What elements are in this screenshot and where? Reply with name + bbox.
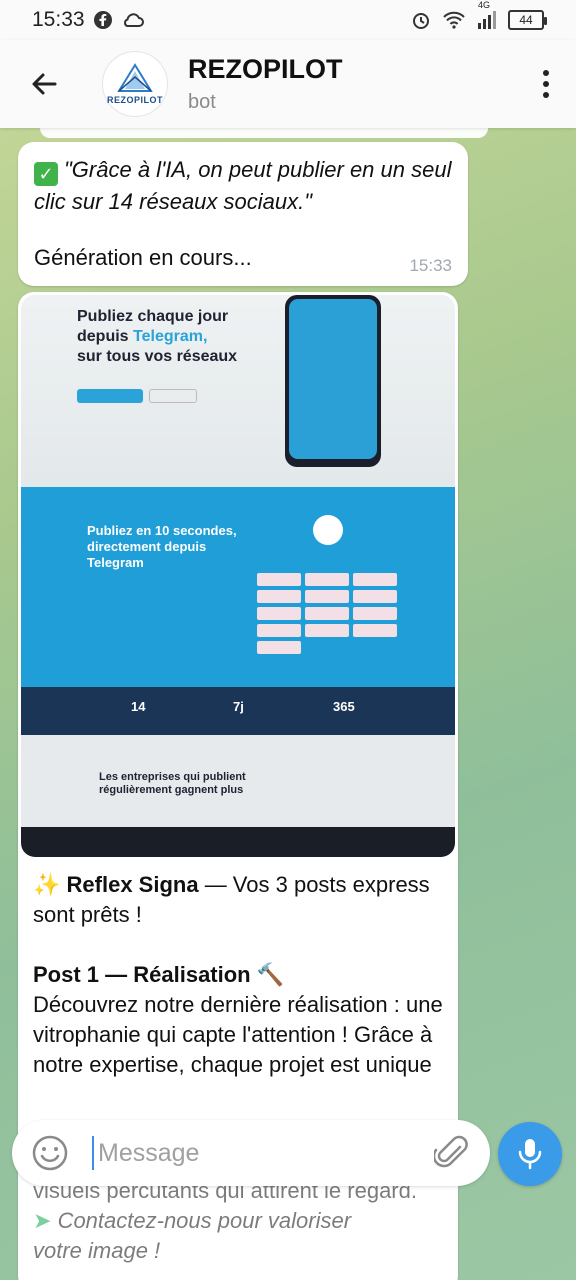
battery-level: 44 <box>519 13 533 27</box>
caption-brand: Reflex Signa <box>66 872 199 897</box>
sparkles-icon: ✨ <box>33 872 61 897</box>
back-arrow-icon <box>32 73 57 95</box>
photo-taskbar <box>21 827 455 857</box>
generation-status: Génération en cours... <box>34 245 252 270</box>
photo-headline-3: sur tous vos réseaux <box>77 348 238 365</box>
photo-stat-2: 7j <box>233 699 244 714</box>
post-title: Post 1 — Réalisation 🔨 <box>33 960 453 990</box>
more-menu-button[interactable] <box>516 40 576 128</box>
photo-headline-accent: Telegram, <box>133 328 208 345</box>
photo-stats-band: 14 7j 365 <box>21 687 455 735</box>
nav-menu-icon <box>394 1236 420 1256</box>
nav-back-button[interactable] <box>145 1222 193 1270</box>
back-button[interactable] <box>0 40 88 128</box>
photo-stat-3: 365 <box>333 699 355 714</box>
network-label: 4G <box>478 0 491 10</box>
message-time: 15:33 <box>409 256 452 275</box>
post-body: Découvrez notre dernière réalisation : u… <box>33 992 443 1077</box>
wifi-icon <box>442 10 466 30</box>
emoji-icon <box>32 1135 68 1171</box>
photo-cta-shape <box>77 389 143 403</box>
photo-bottom-section: Les entreprises qui publient régulièreme… <box>21 735 455 841</box>
check-mark-icon: ✓ <box>34 162 58 186</box>
cloud-icon <box>121 10 145 30</box>
photo-phone-screen <box>289 299 377 459</box>
nav-recents-button[interactable] <box>383 1222 431 1270</box>
battery-icon: 44 <box>508 10 547 30</box>
chat-header: REZOPILOT REZOPILOT bot <box>0 40 576 128</box>
nav-back-icon <box>161 1232 177 1260</box>
nav-home-button[interactable] <box>264 1222 312 1270</box>
photo-headline-1: Publiez chaque jour <box>77 308 229 325</box>
avatar-label: REZOPILOT <box>107 95 163 105</box>
message-quote: "Grâce à l'IA, on peut publier en un seu… <box>34 157 452 214</box>
avatar[interactable]: REZOPILOT <box>102 51 168 117</box>
message-composer: Message <box>12 1120 490 1186</box>
hammer-icon: 🔨 <box>256 962 285 987</box>
previous-message-tail <box>40 128 488 138</box>
message-photo[interactable]: Publiez chaque jour depuis Telegram, sur… <box>21 295 455 857</box>
system-nav-bar <box>0 1212 576 1280</box>
attach-button[interactable] <box>422 1121 482 1185</box>
rezopilot-logo-icon <box>117 63 153 92</box>
post-title-text: Post 1 — Réalisation <box>33 962 251 987</box>
chat-title-block[interactable]: REZOPILOT bot <box>188 54 343 114</box>
photo-bottom-title: Les entreprises qui publient régulièreme… <box>99 771 246 796</box>
chat-subtitle: bot <box>188 91 216 113</box>
photo-blue-section: Publiez en 10 secondes, directement depu… <box>21 487 455 687</box>
status-bar: 15:33 4G 44 <box>0 0 576 40</box>
message-bubble[interactable]: ✓ "Grâce à l'IA, on peut publier en un se… <box>18 142 468 286</box>
photo-secondary-cta-shape <box>149 389 197 403</box>
photo-stat-1: 14 <box>131 699 146 714</box>
facebook-icon <box>93 10 113 30</box>
telegram-logo-icon <box>313 515 343 545</box>
microphone-icon <box>518 1139 542 1170</box>
paperclip-icon <box>434 1135 468 1168</box>
status-time: 15:33 <box>32 8 85 31</box>
photo-phone-mockup <box>285 295 381 467</box>
more-vertical-icon <box>543 70 549 98</box>
photo-network-grid <box>257 573 403 654</box>
photo-headline-2: depuis <box>77 328 129 345</box>
message-text: ✓ "Grâce à l'IA, on peut publier en un se… <box>34 154 452 217</box>
emoji-button[interactable] <box>18 1121 82 1185</box>
message-caption: ✨ Reflex Signa — Vos 3 posts express son… <box>33 870 453 1080</box>
signal-icon: 4G <box>476 0 498 30</box>
voice-message-button[interactable] <box>498 1122 562 1186</box>
caption-intro: ✨ Reflex Signa — Vos 3 posts express son… <box>33 870 453 930</box>
photo-section-title: Publiez en 10 secondes, directement depu… <box>87 523 237 570</box>
photo-headline: Publiez chaque jour depuis Telegram, sur… <box>77 307 257 367</box>
message-input[interactable]: Message <box>92 1136 422 1170</box>
photo-hero-section: Publiez chaque jour depuis Telegram, sur… <box>21 295 455 487</box>
alarm-icon <box>410 9 432 31</box>
nav-home-icon <box>274 1232 302 1260</box>
chat-title: REZOPILOT <box>188 54 343 84</box>
